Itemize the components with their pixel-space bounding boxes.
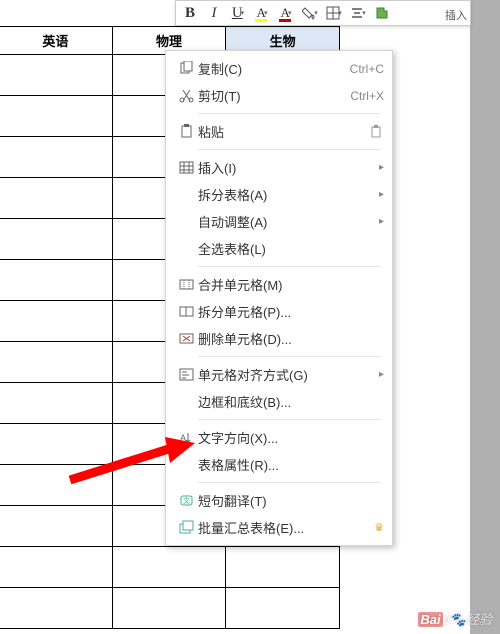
merge-icon xyxy=(174,277,198,292)
menu-split-cells[interactable]: 拆分单元格(P)... xyxy=(166,298,392,325)
menu-insert[interactable]: 插入(I) ▸ xyxy=(166,154,392,181)
menu-shortcut: Ctrl+X xyxy=(350,89,384,103)
menu-auto-fit[interactable]: 自动调整(A) ▸ xyxy=(166,208,392,235)
insert-label: 插入 xyxy=(445,7,467,23)
font-color-button[interactable]: A▾ xyxy=(275,3,297,23)
menu-label: 单元格对齐方式(G) xyxy=(198,365,375,384)
menu-select-all-table[interactable]: 全选表格(L) xyxy=(166,235,392,262)
menu-merge-cells[interactable]: 合并单元格(M) xyxy=(166,271,392,298)
border-button[interactable]: ▾ xyxy=(323,3,345,23)
menu-label: 拆分表格(A) xyxy=(198,185,375,204)
submenu-arrow-icon: ▸ xyxy=(379,369,384,380)
premium-icon: ♛ xyxy=(374,521,384,534)
svg-text:文: 文 xyxy=(183,496,190,505)
menu-label: 复制(C) xyxy=(198,59,350,78)
italic-button[interactable]: I xyxy=(203,3,225,23)
text-direction-icon: A xyxy=(174,430,198,445)
menu-separator xyxy=(198,419,380,420)
menu-copy[interactable]: 复制(C) Ctrl+C xyxy=(166,55,392,82)
submenu-arrow-icon: ▸ xyxy=(379,216,384,227)
underline-button[interactable]: U▾ xyxy=(227,3,249,23)
menu-translate[interactable]: 文 短句翻译(T) xyxy=(166,487,392,514)
fill-button[interactable]: ▾ xyxy=(299,3,321,23)
paste-icon xyxy=(174,124,198,139)
delete-icon xyxy=(174,331,198,346)
table-row xyxy=(0,588,340,629)
menu-batch-tables[interactable]: 批量汇总表格(E)... ♛ xyxy=(166,514,392,541)
menu-label: 自动调整(A) xyxy=(198,212,375,231)
split-icon xyxy=(174,304,198,319)
table-icon xyxy=(174,160,198,175)
submenu-arrow-icon: ▸ xyxy=(379,162,384,173)
cut-icon xyxy=(174,88,198,103)
submenu-arrow-icon: ▸ xyxy=(379,189,384,200)
menu-label: 合并单元格(M) xyxy=(198,275,384,294)
svg-text:A: A xyxy=(180,433,186,443)
menu-separator xyxy=(198,149,380,150)
menu-label: 拆分单元格(P)... xyxy=(198,302,384,321)
menu-label: 全选表格(L) xyxy=(198,239,384,258)
batch-icon xyxy=(174,520,198,535)
menu-label: 文字方向(X)... xyxy=(198,428,384,447)
align-icon xyxy=(174,367,198,382)
highlight-button[interactable]: A▾ xyxy=(251,3,273,23)
column-header[interactable]: 英语 xyxy=(0,27,112,55)
paste-options-icon xyxy=(370,125,384,139)
menu-label: 粘贴 xyxy=(198,122,370,141)
menu-label: 插入(I) xyxy=(198,158,375,177)
menu-table-properties[interactable]: 表格属性(R)... xyxy=(166,451,392,478)
menu-borders[interactable]: 边框和底纹(B)... xyxy=(166,388,392,415)
bold-button[interactable]: B xyxy=(179,3,201,23)
menu-label: 短句翻译(T) xyxy=(198,491,384,510)
mini-toolbar: B I U▾ A▾ A▾ ▾ ▾ ▾ 插入 xyxy=(175,0,471,26)
menu-label: 边框和底纹(B)... xyxy=(198,392,384,411)
menu-text-direction[interactable]: A 文字方向(X)... xyxy=(166,424,392,451)
menu-label: 表格属性(R)... xyxy=(198,455,384,474)
menu-cut[interactable]: 剪切(T) Ctrl+X xyxy=(166,82,392,109)
menu-cell-align[interactable]: 单元格对齐方式(G) ▸ xyxy=(166,361,392,388)
menu-label: 剪切(T) xyxy=(198,86,350,105)
translate-icon: 文 xyxy=(174,493,198,508)
menu-split-table[interactable]: 拆分表格(A) ▸ xyxy=(166,181,392,208)
menu-separator xyxy=(198,266,380,267)
menu-label: 删除单元格(D)... xyxy=(198,329,384,348)
menu-separator xyxy=(198,482,380,483)
menu-separator xyxy=(198,356,380,357)
copy-icon xyxy=(174,61,198,76)
menu-delete-cells[interactable]: 删除单元格(D)... xyxy=(166,325,392,352)
menu-separator xyxy=(198,113,380,114)
table-row xyxy=(0,547,340,588)
table-insert-button[interactable] xyxy=(371,3,393,23)
menu-paste[interactable]: 粘贴 xyxy=(166,118,392,145)
align-button[interactable]: ▾ xyxy=(347,3,369,23)
menu-label: 批量汇总表格(E)... xyxy=(198,518,370,537)
context-menu: 复制(C) Ctrl+C 剪切(T) Ctrl+X 粘贴 插入(I) ▸ 拆分表… xyxy=(165,50,393,546)
menu-shortcut: Ctrl+C xyxy=(350,62,384,76)
